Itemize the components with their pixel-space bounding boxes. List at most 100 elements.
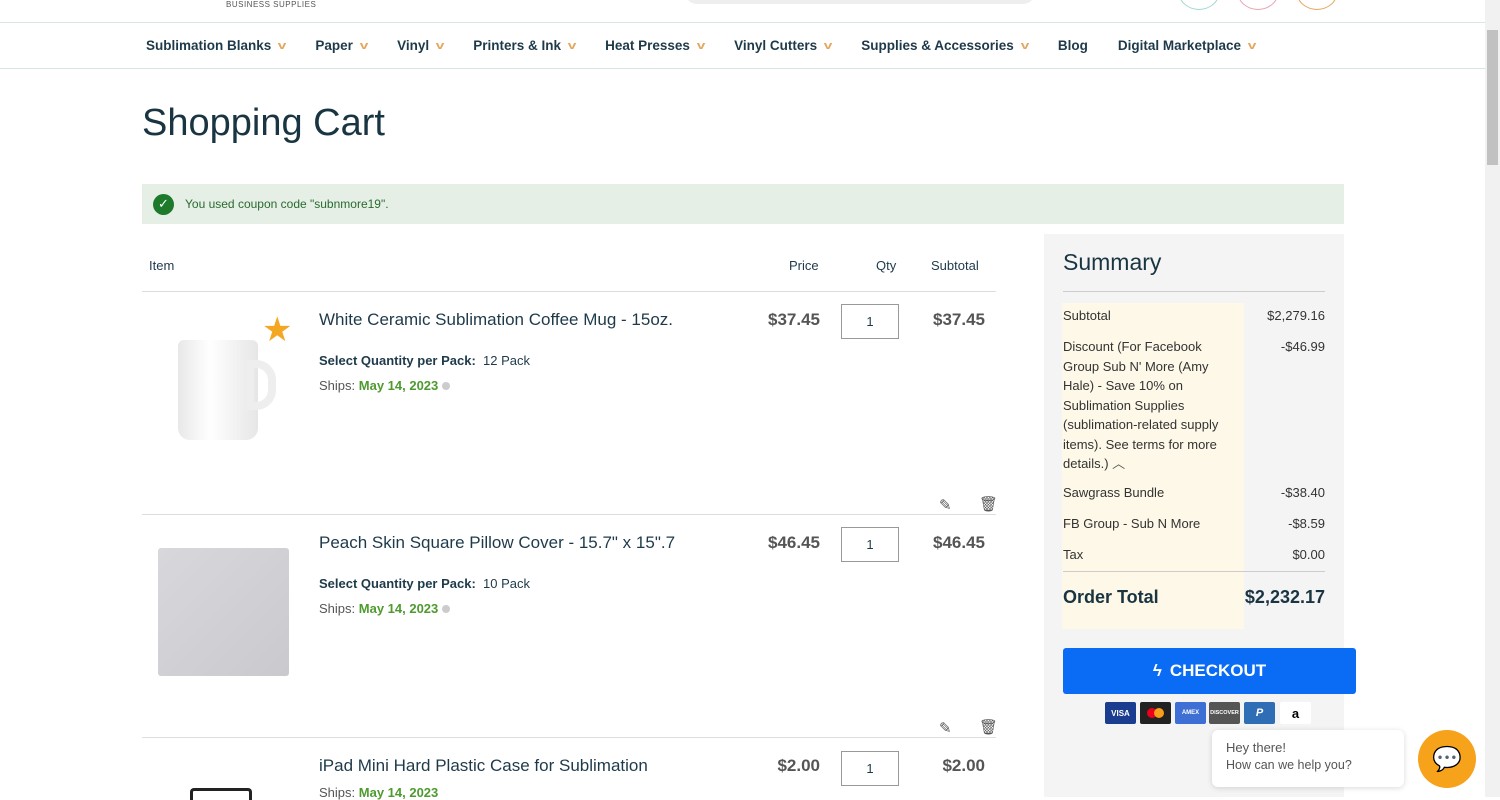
- divider: [1063, 291, 1325, 292]
- discover-icon: DISCOVER: [1209, 702, 1240, 724]
- item-name[interactable]: Peach Skin Square Pillow Cover - 15.7" x…: [319, 533, 675, 553]
- check-icon: ✓: [153, 193, 174, 215]
- lightning-icon: ϟ: [1152, 661, 1162, 680]
- nav-label: Digital Marketplace: [1117, 38, 1241, 53]
- item-subtotal: $2.00: [942, 756, 985, 775]
- order-total: Order Total $2,232.17: [1063, 585, 1325, 609]
- main-nav: Sublimation Blanks v Paper v Vinyl v Printe…: [0, 22, 1485, 69]
- chevron-down-icon: v: [435, 39, 445, 52]
- chevron-up-icon[interactable]: ︿: [1112, 456, 1125, 471]
- item-option: Select Quantity per Pack: 12 Pack: [319, 353, 530, 368]
- ships-info: Ships: May 14, 2023: [319, 601, 451, 616]
- item-subtotal: $46.45: [933, 533, 985, 552]
- chat-line2: How can we help you?: [1226, 758, 1352, 772]
- coupon-notice: ✓ You used coupon code "subnmore19".: [142, 184, 1344, 224]
- trash-icon[interactable]: 🗑: [979, 718, 998, 736]
- chevron-down-icon: v: [359, 39, 369, 52]
- col-item: Item: [149, 258, 175, 273]
- discount-text: Discount (For Facebook Group Sub N' More…: [1063, 339, 1219, 471]
- nav-label: Vinyl Cutters: [734, 38, 818, 53]
- chat-greeting[interactable]: Hey there! How can we help you?: [1212, 730, 1404, 787]
- edit-icon[interactable]: ✎: [939, 719, 952, 737]
- row-value: $0.00: [1292, 547, 1325, 562]
- chevron-down-icon: v: [278, 39, 287, 52]
- col-subtotal: Subtotal: [931, 258, 979, 273]
- chevron-down-icon: v: [823, 39, 833, 52]
- qty-input[interactable]: 1: [841, 304, 899, 339]
- notice-text: You used coupon code "subnmore19".: [185, 197, 389, 211]
- nav-label: Vinyl: [397, 38, 430, 53]
- ships-date: May 14, 2023: [358, 785, 439, 800]
- wishlist-icon[interactable]: [1237, 0, 1279, 10]
- nav-paper[interactable]: Paper v: [315, 38, 369, 53]
- item-price: $46.45: [768, 533, 820, 552]
- nav-printers-ink[interactable]: Printers & Ink v: [473, 38, 577, 53]
- col-price: Price: [789, 258, 819, 273]
- visa-icon: VISA: [1105, 702, 1136, 724]
- ships-label: Ships:: [319, 378, 356, 393]
- ships-date: May 14, 2023: [358, 601, 439, 616]
- trash-icon[interactable]: 🗑: [979, 495, 998, 513]
- ipad-case-image[interactable]: [190, 788, 252, 800]
- item-name[interactable]: iPad Mini Hard Plastic Case for Sublimat…: [319, 756, 648, 776]
- summary-sawgrass: Sawgrass Bundle -$38.40: [1063, 483, 1325, 503]
- item-price: $37.45: [768, 310, 820, 329]
- account-icon[interactable]: [1178, 0, 1220, 10]
- affirm-icon: a: [1280, 702, 1311, 724]
- chevron-down-icon: v: [567, 39, 577, 52]
- chat-line1: Hey there!: [1226, 740, 1286, 755]
- chat-button[interactable]: 💬: [1418, 730, 1476, 788]
- scrollbar-thumb[interactable]: [1487, 30, 1498, 165]
- nav-supplies[interactable]: Supplies & Accessories v: [861, 38, 1030, 53]
- nav-digital-marketplace[interactable]: Digital Marketplace v: [1117, 38, 1257, 53]
- ships-info: Ships: May 14, 2023: [319, 378, 451, 393]
- checkout-label: CHECKOUT: [1169, 661, 1267, 680]
- divider: [142, 514, 996, 515]
- info-icon[interactable]: [442, 605, 451, 613]
- mastercard-icon: [1140, 702, 1171, 724]
- ships-info: Ships: May 14, 2023: [319, 785, 438, 800]
- row-label: Discount (For Facebook Group Sub N' More…: [1063, 337, 1241, 474]
- info-icon[interactable]: [442, 382, 451, 390]
- logo-subtitle: BUSINESS SUPPLIES: [226, 0, 317, 9]
- nav-sublimation-blanks[interactable]: Sublimation Blanks v: [146, 38, 287, 53]
- option-label: Select Quantity per Pack:: [319, 576, 476, 591]
- chevron-down-icon: v: [696, 39, 706, 52]
- mug-handle: [246, 360, 276, 410]
- nav-label: Sublimation Blanks: [146, 38, 272, 53]
- cart-icon[interactable]: [1296, 0, 1338, 10]
- chevron-down-icon: v: [1020, 39, 1030, 52]
- item-name[interactable]: White Ceramic Sublimation Coffee Mug - 1…: [319, 310, 673, 330]
- ships-label: Ships:: [319, 785, 356, 800]
- nav-label: Printers & Ink: [473, 38, 561, 53]
- row-value: $2,279.16: [1267, 308, 1325, 323]
- pillow-image[interactable]: [158, 548, 289, 676]
- edit-icon[interactable]: ✎: [939, 496, 952, 514]
- row-label: Subtotal: [1063, 308, 1111, 323]
- nav-label: Paper: [315, 38, 353, 53]
- divider: [142, 737, 996, 738]
- search-input[interactable]: [685, 0, 1035, 4]
- chat-bubble-icon: 💬: [1432, 745, 1462, 773]
- paypal-icon: P: [1244, 702, 1275, 724]
- chevron-down-icon: v: [1247, 39, 1257, 52]
- badge-star-icon: ★: [262, 311, 293, 349]
- summary-subtotal: Subtotal $2,279.16: [1063, 306, 1325, 326]
- qty-input[interactable]: 1: [841, 751, 899, 786]
- qty-input[interactable]: 1: [841, 527, 899, 562]
- nav-heat-presses[interactable]: Heat Presses v: [605, 38, 706, 53]
- total-label: Order Total: [1063, 587, 1159, 607]
- nav-label: Blog: [1057, 38, 1088, 53]
- checkout-button[interactable]: ϟ CHECKOUT: [1063, 648, 1356, 694]
- row-label: Sawgrass Bundle: [1063, 485, 1165, 500]
- amex-icon: AMEX: [1175, 702, 1206, 724]
- row-value: -$38.40: [1280, 485, 1325, 500]
- nav-blog[interactable]: Blog: [1058, 38, 1088, 53]
- page-title: Shopping Cart: [142, 102, 385, 144]
- nav-label: Heat Presses: [605, 38, 690, 53]
- total-value: $2,232.17: [1244, 587, 1325, 607]
- nav-vinyl[interactable]: Vinyl v: [397, 38, 445, 53]
- row-value: -$8.59: [1288, 516, 1325, 531]
- nav-vinyl-cutters[interactable]: Vinyl Cutters v: [734, 38, 833, 53]
- option-value: 12 Pack: [483, 353, 530, 368]
